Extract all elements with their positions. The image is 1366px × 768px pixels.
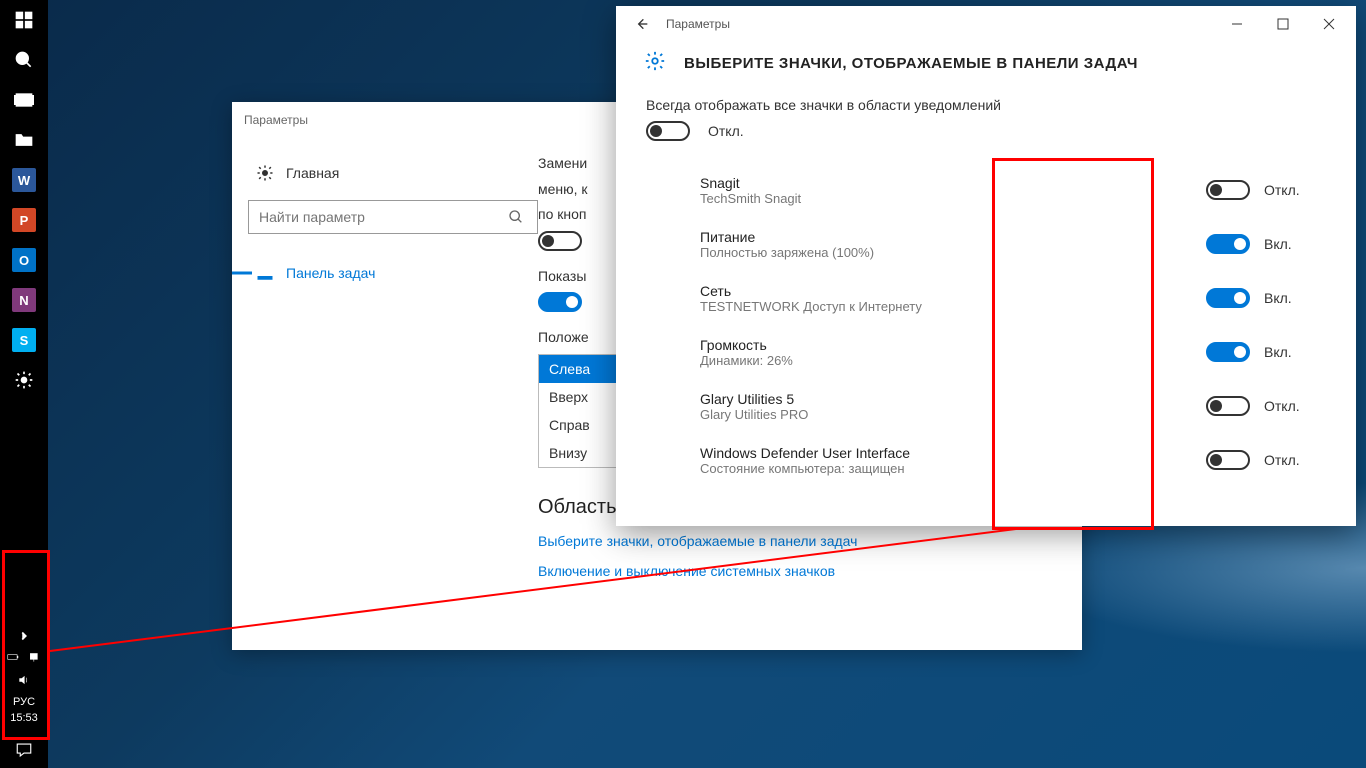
app-toggle-state: Откл. xyxy=(1264,182,1300,198)
dd-right[interactable]: Справ xyxy=(539,411,617,439)
bg-toggle-1[interactable] xyxy=(538,231,582,251)
app-name: Сеть xyxy=(700,283,1190,299)
app-list: SnagitTechSmith Snagit Откл. ПитаниеПолнос… xyxy=(646,163,1326,487)
link-select-icons[interactable]: Выберите значки, отображаемые в панели з… xyxy=(538,533,1062,549)
fg-page-header: ВЫБЕРИТЕ ЗНАЧКИ, ОТОБРАЖАЕМЫЕ В ПАНЕЛИ З… xyxy=(684,55,1138,72)
fg-titlebar[interactable]: Параметры xyxy=(616,6,1356,42)
app-toggle-state: Откл. xyxy=(1264,452,1300,468)
tray-clock[interactable]: 15:53 xyxy=(10,712,38,724)
app-toggle-state: Вкл. xyxy=(1264,344,1292,360)
search-icon xyxy=(508,209,524,225)
app-toggle[interactable] xyxy=(1206,342,1250,362)
volume-icon[interactable] xyxy=(17,673,31,692)
dd-left[interactable]: Слева xyxy=(539,355,617,383)
taskbar-word[interactable]: W xyxy=(0,160,48,200)
settings-search-input[interactable] xyxy=(248,200,538,234)
app-icon xyxy=(646,279,684,317)
settings-window-foreground: Параметры ВЫБЕРИТЕ ЗНАЧКИ, ОТОБРАЖАЕМЫЕ … xyxy=(616,6,1356,526)
app-icon xyxy=(646,333,684,371)
app-name: Glary Utilities 5 xyxy=(700,391,1190,407)
app-desc: TESTNETWORK Доступ к Интернету xyxy=(700,299,1190,314)
app-toggle[interactable] xyxy=(1206,288,1250,308)
search-button[interactable] xyxy=(0,40,48,80)
nav-home[interactable]: Главная xyxy=(248,154,538,192)
app-icon xyxy=(646,441,684,479)
app-desc: TechSmith Snagit xyxy=(700,191,1190,206)
app-row: SnagitTechSmith Snagit Откл. xyxy=(646,163,1326,217)
app-name: Snagit xyxy=(700,175,1190,191)
app-name: Питание xyxy=(700,229,1190,245)
app-name: Windows Defender User Interface xyxy=(700,445,1190,461)
app-row: ГромкостьДинамики: 26% Вкл. xyxy=(646,325,1326,379)
master-toggle-state: Откл. xyxy=(708,123,744,139)
app-toggle-state: Вкл. xyxy=(1264,236,1292,252)
app-desc: Полностью заряжена (100%) xyxy=(700,245,1190,260)
bg-window-title: Параметры xyxy=(244,113,308,127)
maximize-button[interactable] xyxy=(1260,8,1306,40)
taskbar-explorer[interactable] xyxy=(0,120,48,160)
link-system-icons[interactable]: Включение и выключение системных значков xyxy=(538,563,1062,579)
system-tray: РУС 15:53 xyxy=(0,618,48,732)
app-icon xyxy=(646,387,684,425)
bg-toggle-2[interactable] xyxy=(538,292,582,312)
dd-bottom[interactable]: Внизу xyxy=(539,439,617,467)
battery-icon[interactable] xyxy=(6,650,20,669)
app-icon xyxy=(646,225,684,263)
nav-taskbar-label: Панель задач xyxy=(286,265,375,281)
nav-home-label: Главная xyxy=(286,165,339,181)
taskbar-outlook[interactable]: O xyxy=(0,240,48,280)
app-toggle[interactable] xyxy=(1206,396,1250,416)
nav-taskbar[interactable]: Панель задач xyxy=(248,254,538,292)
app-toggle-state: Вкл. xyxy=(1264,290,1292,306)
taskbar-skype[interactable]: S xyxy=(0,320,48,360)
settings-search[interactable] xyxy=(248,200,534,234)
close-button[interactable] xyxy=(1306,8,1352,40)
gear-icon xyxy=(644,50,666,77)
master-toggle-label: Всегда отображать все значки в области у… xyxy=(646,97,1326,113)
app-icon xyxy=(646,171,684,209)
app-desc: Состояние компьютера: защищен xyxy=(700,461,1190,476)
app-desc: Glary Utilities PRO xyxy=(700,407,1190,422)
position-dropdown[interactable]: Слева Вверх Справ Внизу xyxy=(538,354,618,468)
tray-overflow-chevron[interactable] xyxy=(0,624,48,648)
network-icon[interactable] xyxy=(28,650,42,669)
app-row: ПитаниеПолностью заряжена (100%) Вкл. xyxy=(646,217,1326,271)
taskbar-powerpoint[interactable]: P xyxy=(0,200,48,240)
app-row: СетьTESTNETWORK Доступ к Интернету Вкл. xyxy=(646,271,1326,325)
app-row: Windows Defender User InterfaceСостояние… xyxy=(646,433,1326,487)
fg-window-title: Параметры xyxy=(666,17,730,31)
app-toggle[interactable] xyxy=(1206,450,1250,470)
task-view-button[interactable] xyxy=(0,80,48,120)
bg-sidebar: Главная Панель задач xyxy=(232,138,538,650)
dd-top[interactable]: Вверх xyxy=(539,383,617,411)
app-desc: Динамики: 26% xyxy=(700,353,1190,368)
taskbar-onenote[interactable]: N xyxy=(0,280,48,320)
app-toggle[interactable] xyxy=(1206,234,1250,254)
app-name: Громкость xyxy=(700,337,1190,353)
taskbar-settings[interactable] xyxy=(0,360,48,400)
start-button[interactable] xyxy=(0,0,48,40)
master-toggle[interactable] xyxy=(646,121,690,141)
action-center-button[interactable] xyxy=(0,732,48,768)
tray-language[interactable]: РУС xyxy=(13,696,35,708)
taskbar: W P O N S РУС 15:53 xyxy=(0,0,48,768)
app-row: Glary Utilities 5Glary Utilities PRO Откл… xyxy=(646,379,1326,433)
minimize-button[interactable] xyxy=(1214,8,1260,40)
back-button[interactable] xyxy=(624,6,660,42)
app-toggle[interactable] xyxy=(1206,180,1250,200)
app-toggle-state: Откл. xyxy=(1264,398,1300,414)
